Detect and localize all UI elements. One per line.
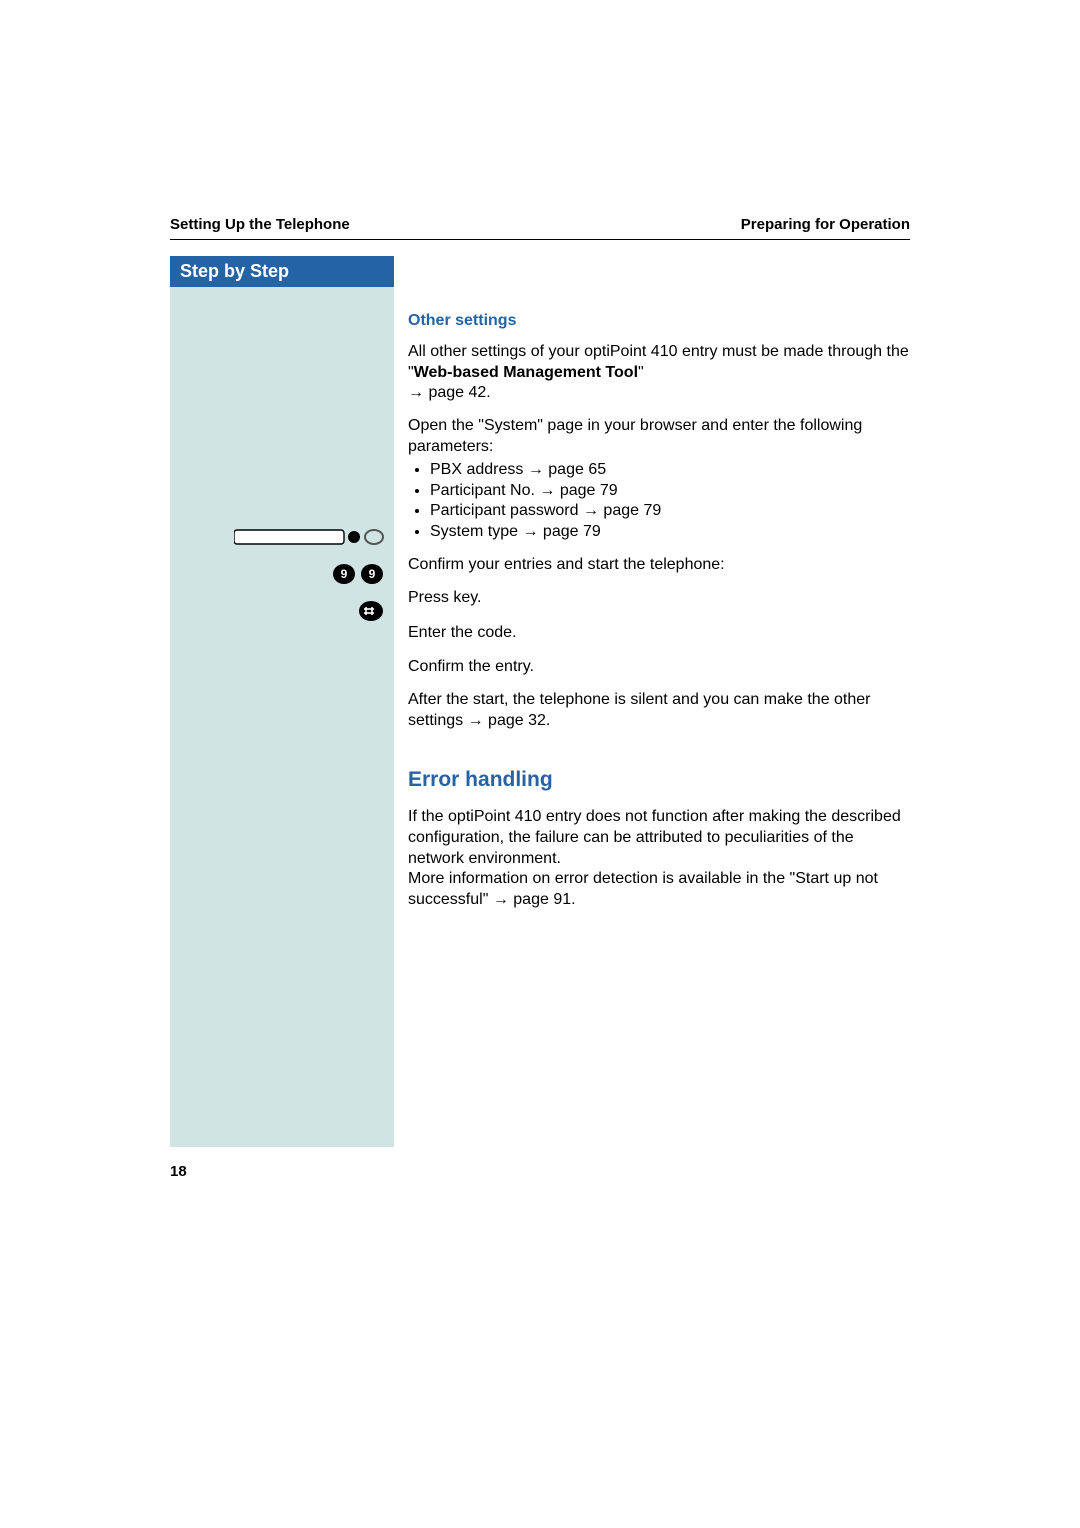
arrow-icon: → xyxy=(468,712,484,729)
hash-key-icon xyxy=(358,599,384,623)
para-open-system: Open the "System" page in your browser a… xyxy=(408,416,910,458)
content-columns: 9 9 xyxy=(170,287,910,1147)
text: Participant No. xyxy=(430,482,539,499)
para-confirm: Confirm your entries and start the telep… xyxy=(408,555,910,576)
arrow-icon: → xyxy=(408,384,424,401)
list-item: Participant password → page 79 xyxy=(430,501,910,522)
list-item: System type → page 79 xyxy=(430,522,910,543)
text: PBX address xyxy=(430,461,528,478)
function-key-icon xyxy=(234,527,384,547)
list-item: PBX address → page 65 xyxy=(430,460,910,481)
text-bold: Web-based Management Tool xyxy=(414,364,638,381)
page-ref: page 91. xyxy=(509,891,576,908)
text: " xyxy=(638,364,644,381)
text: More information on error detection is a… xyxy=(408,870,878,908)
page-ref: page 42. xyxy=(424,384,491,401)
step-enter-code: Enter the code. xyxy=(408,623,910,644)
arrow-icon: → xyxy=(528,461,544,478)
main-column: Other settings All other settings of you… xyxy=(394,287,910,1147)
para-intro: All other settings of your optiPoint 410… xyxy=(408,342,910,404)
running-header: Setting Up the Telephone Preparing for O… xyxy=(170,216,910,240)
page-ref: page 79 xyxy=(538,523,600,540)
page-ref: page 79 xyxy=(599,502,661,519)
text: System type xyxy=(430,523,522,540)
step-icon-confirm xyxy=(170,597,394,628)
step-icon-enter-code: 9 9 xyxy=(170,560,394,591)
header-left: Setting Up the Telephone xyxy=(170,216,350,233)
digit-keys-icon: 9 9 xyxy=(332,562,384,586)
sidebar-title: Step by Step xyxy=(170,256,394,287)
text: Participant password xyxy=(430,502,583,519)
svg-text:9: 9 xyxy=(369,567,376,581)
arrow-icon: → xyxy=(522,523,538,540)
header-right: Preparing for Operation xyxy=(741,216,910,233)
page-ref: page 65 xyxy=(544,461,606,478)
list-item: Participant No. → page 79 xyxy=(430,481,910,502)
page-ref: page 32. xyxy=(484,712,551,729)
sidebar-column: 9 9 xyxy=(170,287,394,1147)
arrow-icon: → xyxy=(493,891,509,908)
para-error-1: If the optiPoint 410 entry does not func… xyxy=(408,807,910,869)
para-error-2: More information on error detection is a… xyxy=(408,869,910,911)
page-number: 18 xyxy=(170,1163,187,1180)
heading-error-handling: Error handling xyxy=(408,766,910,793)
heading-other-settings: Other settings xyxy=(408,311,910,332)
arrow-icon: → xyxy=(539,482,555,499)
step-press-key: Press key. xyxy=(408,588,910,609)
step-confirm-entry: Confirm the entry. xyxy=(408,657,910,678)
param-list: PBX address → page 65 Participant No. → … xyxy=(408,460,910,543)
page-ref: page 79 xyxy=(555,482,617,499)
page-body: Setting Up the Telephone Preparing for O… xyxy=(170,216,910,1147)
para-after-start: After the start, the telephone is silent… xyxy=(408,690,910,732)
step-icon-press-key xyxy=(170,525,394,552)
svg-text:9: 9 xyxy=(341,567,348,581)
arrow-icon: → xyxy=(583,502,599,519)
